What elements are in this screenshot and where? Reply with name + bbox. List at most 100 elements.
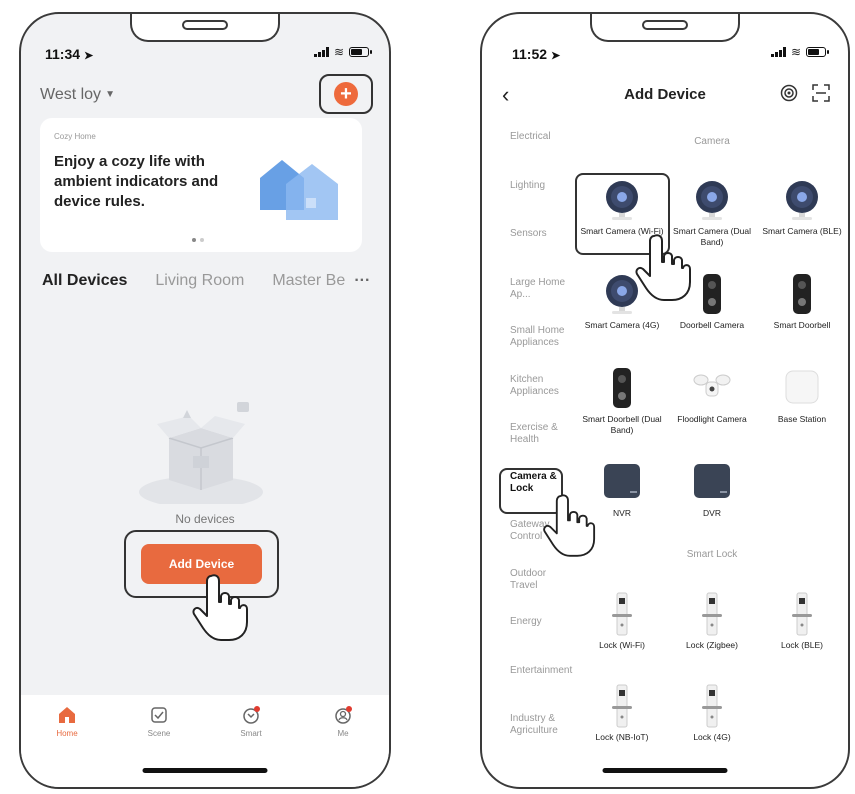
tabbar-label: Scene — [147, 729, 171, 738]
tab-all-devices[interactable]: All Devices — [42, 272, 127, 290]
device-floodlight-camera[interactable]: Floodlight Camera — [667, 366, 757, 425]
category-electrical[interactable]: Electrical — [492, 119, 572, 168]
category-industry-agriculture[interactable]: Industry & Agriculture — [492, 701, 572, 750]
category-small-home-appliances[interactable]: Small Home Appliances — [492, 313, 572, 362]
battery-icon — [806, 47, 829, 57]
tabbar-me[interactable]: Me — [313, 705, 373, 787]
device-smart-camera-wifi[interactable]: Smart Camera (Wi-Fi) — [577, 178, 667, 237]
home-indicator — [142, 768, 268, 773]
add-device-screen: 11:52 ➤ ≋ ‹ Add Device Electrical Lighti… — [480, 12, 850, 789]
promo-banner[interactable]: Cozy Home Enjoy a cozy life with ambient… — [40, 118, 362, 252]
camera-icon — [692, 178, 732, 222]
device-smart-doorbell[interactable]: Smart Doorbell — [757, 272, 847, 331]
home-icon — [59, 707, 75, 723]
device-label: Lock (Zigbee) — [686, 640, 738, 650]
category-camera-lock[interactable]: Camera & Lock — [492, 459, 572, 508]
banner-pager — [192, 238, 204, 242]
device-label: Floodlight Camera — [677, 414, 747, 424]
category-large-home-appliances[interactable]: Large Home Ap... — [492, 265, 572, 314]
device-smart-camera-dual-band[interactable]: Smart Camera (Dual Band) — [667, 178, 757, 248]
device-label: NVR — [613, 508, 631, 518]
lock-icon — [602, 592, 642, 636]
battery-icon — [349, 47, 372, 57]
add-device-button[interactable]: Add Device — [141, 544, 262, 584]
category-lighting[interactable]: Lighting — [492, 168, 572, 217]
category-sensors[interactable]: Sensors — [492, 216, 572, 265]
category-outdoor-travel[interactable]: Outdoor Travel — [492, 556, 572, 605]
home-screen: 11:34 ➤ ≋ West loy ▼ + Cozy Home Enjoy a … — [19, 12, 391, 789]
category-gateway-control[interactable]: Gateway Control — [492, 507, 572, 556]
home-selector[interactable]: West loy ▼ — [40, 86, 115, 104]
phone-notch — [590, 14, 740, 42]
camera-icon — [602, 178, 642, 222]
device-lock-nb-iot[interactable]: Lock (NB-IoT) — [577, 684, 667, 743]
device-label: Lock (4G) — [693, 732, 731, 742]
device-smart-doorbell-dual-band[interactable]: Smart Doorbell (Dual Band) — [577, 366, 667, 436]
signal-icon — [313, 47, 329, 57]
section-camera: Camera — [694, 136, 730, 147]
device-nvr[interactable]: NVR — [577, 460, 667, 519]
tabbar-smart[interactable]: Smart — [221, 705, 281, 787]
camera-icon — [782, 178, 822, 222]
tabbar-label: Me — [337, 729, 349, 738]
more-icon[interactable]: ··· — [354, 272, 370, 290]
location-arrow-icon: ➤ — [83, 50, 94, 62]
tabbar-label: Home — [56, 729, 78, 738]
empty-box-illustration-icon — [139, 402, 263, 504]
device-lock-zigbee[interactable]: Lock (Zigbee) — [667, 592, 757, 651]
device-label: Base Station — [777, 414, 827, 424]
signal-icon — [770, 47, 786, 57]
home-name: West loy — [40, 86, 102, 103]
floodlight-icon — [692, 366, 732, 410]
category-entertainment[interactable]: Entertainment — [492, 653, 572, 702]
base-station-icon — [782, 366, 822, 410]
device-lock-ble[interactable]: Lock (BLE) — [757, 592, 847, 651]
device-label: Lock (BLE) — [780, 640, 824, 650]
banner-category: Cozy Home — [54, 132, 96, 141]
device-lock-4g[interactable]: Lock (4G) — [667, 684, 757, 743]
device-lock-wifi[interactable]: Lock (Wi-Fi) — [577, 592, 667, 651]
location-arrow-icon: ➤ — [550, 50, 561, 62]
device-label: Smart Camera (Wi-Fi) — [580, 226, 664, 236]
tabbar-scene[interactable]: Scene — [129, 705, 189, 787]
device-label: Smart Camera (Dual Band) — [673, 226, 751, 247]
smart-icon — [243, 706, 260, 724]
category-energy[interactable]: Energy — [492, 604, 572, 653]
wifi-icon: ≋ — [790, 45, 801, 59]
status-icons: ≋ — [770, 45, 829, 59]
tab-master-bedroom[interactable]: Master Be — [272, 272, 350, 290]
category-exercise-health[interactable]: Exercise & Health — [492, 410, 572, 459]
device-label: Smart Doorbell (Dual Band) — [582, 414, 662, 435]
banner-headline: Enjoy a cozy life with ambient indicator… — [54, 153, 219, 210]
doorbell-icon — [782, 272, 822, 316]
lock-icon — [782, 592, 822, 636]
tabbar-home[interactable]: Home — [37, 705, 97, 787]
qr-scan-icon[interactable] — [812, 84, 830, 102]
device-label: Doorbell Camera — [679, 320, 745, 330]
add-highlight: + — [319, 74, 373, 114]
tab-living-room[interactable]: Living Room — [155, 272, 244, 290]
device-base-station[interactable]: Base Station — [757, 366, 847, 425]
status-time: 11:34 ➤ — [45, 46, 94, 62]
device-label: Smart Camera (4G) — [584, 320, 660, 330]
device-label: DVR — [703, 508, 721, 518]
lock-icon — [692, 684, 732, 728]
category-list: Electrical Lighting Sensors Large Home A… — [492, 119, 572, 750]
category-kitchen-appliances[interactable]: Kitchen Appliances — [492, 362, 572, 411]
scene-icon — [151, 707, 167, 723]
device-smart-camera-4g[interactable]: Smart Camera (4G) — [577, 272, 667, 331]
room-tabs: All Devices Living Room Master Be ··· — [42, 272, 375, 290]
add-plus-button[interactable]: + — [334, 82, 358, 106]
wifi-icon: ≋ — [333, 45, 344, 59]
device-smart-camera-ble[interactable]: Smart Camera (BLE) — [757, 178, 847, 237]
device-dvr[interactable]: DVR — [667, 460, 757, 519]
scan-nearby-icon[interactable] — [780, 84, 798, 102]
bottom-tab-bar: Home Scene Smart Me — [21, 695, 389, 787]
device-doorbell-camera[interactable]: Doorbell Camera — [667, 272, 757, 331]
status-icons: ≋ — [313, 45, 372, 59]
profile-icon — [335, 706, 352, 724]
device-label: Smart Camera (BLE) — [762, 226, 842, 236]
phone-notch — [130, 14, 280, 42]
device-label: Lock (Wi-Fi) — [599, 640, 645, 650]
house-illustration-icon — [260, 160, 338, 220]
